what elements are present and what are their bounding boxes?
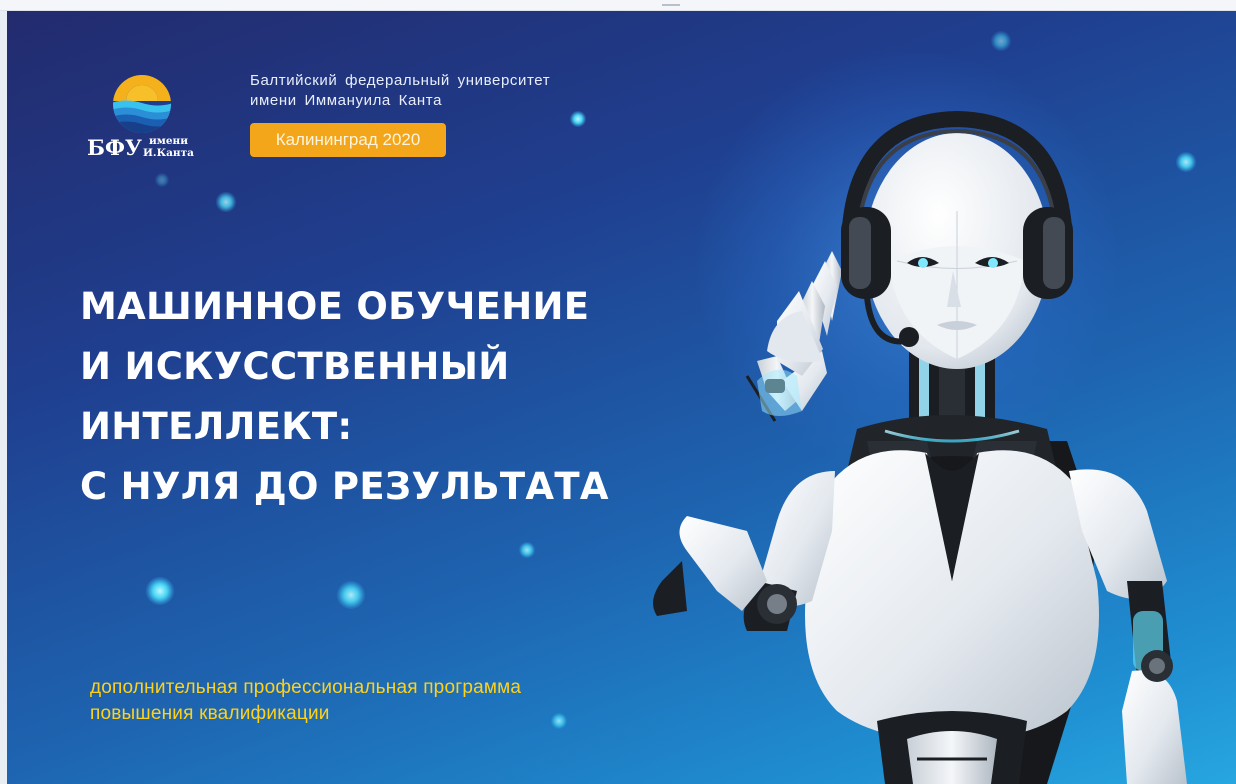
university-logo: БФУ имени И.Канта: [87, 73, 202, 173]
university-name-line: имени Иммануила Канта: [250, 92, 443, 109]
top-bar-marker: [662, 4, 680, 6]
logo-subtitle: имени И.Канта: [143, 135, 194, 159]
logo-abbreviation: БФУ: [87, 135, 142, 160]
sparkle-dot: [155, 173, 169, 187]
sparkle-dot: [337, 581, 365, 609]
university-name: Балтийский федеральный университет имени…: [250, 71, 550, 111]
title-line: С НУЛЯ ДО РЕЗУЛЬТАТА: [80, 465, 609, 508]
university-name-line: Балтийский федеральный университет: [250, 72, 551, 89]
sparkle-dot: [551, 713, 567, 729]
sparkle-dot: [216, 192, 236, 212]
sparkle-dot: [146, 577, 174, 605]
sparkle-dot: [519, 542, 535, 558]
sparkle-dot: [991, 31, 1011, 51]
sun-over-waves-icon: [113, 75, 171, 133]
title-line: ИНТЕЛЛЕКТ:: [80, 405, 353, 448]
presentation-slide: БФУ имени И.Канта Балтийский федеральный…: [7, 11, 1236, 784]
title-line: МАШИННОЕ ОБУЧЕНИЕ: [80, 285, 590, 328]
title-line: И ИСКУССТВЕННЫЙ: [80, 345, 510, 388]
city-year-badge: Калининград 2020: [250, 123, 446, 157]
sparkle-dot: [570, 111, 586, 127]
logo-subtitle-line: И.Канта: [143, 147, 194, 159]
slide-title: МАШИННОЕ ОБУЧЕНИЕ И ИСКУССТВЕННЫЙ ИНТЕЛЛ…: [80, 277, 609, 517]
window-top-bar: [0, 0, 1236, 11]
logo-subtitle-line: имени: [148, 135, 188, 147]
subtitle-line: повышения квалификации: [90, 703, 330, 724]
program-subtitle: дополнительная профессиональная программ…: [90, 675, 521, 727]
subtitle-line: дополнительная профессиональная программ…: [90, 677, 522, 698]
robot-with-headset-icon: [653, 111, 1187, 784]
